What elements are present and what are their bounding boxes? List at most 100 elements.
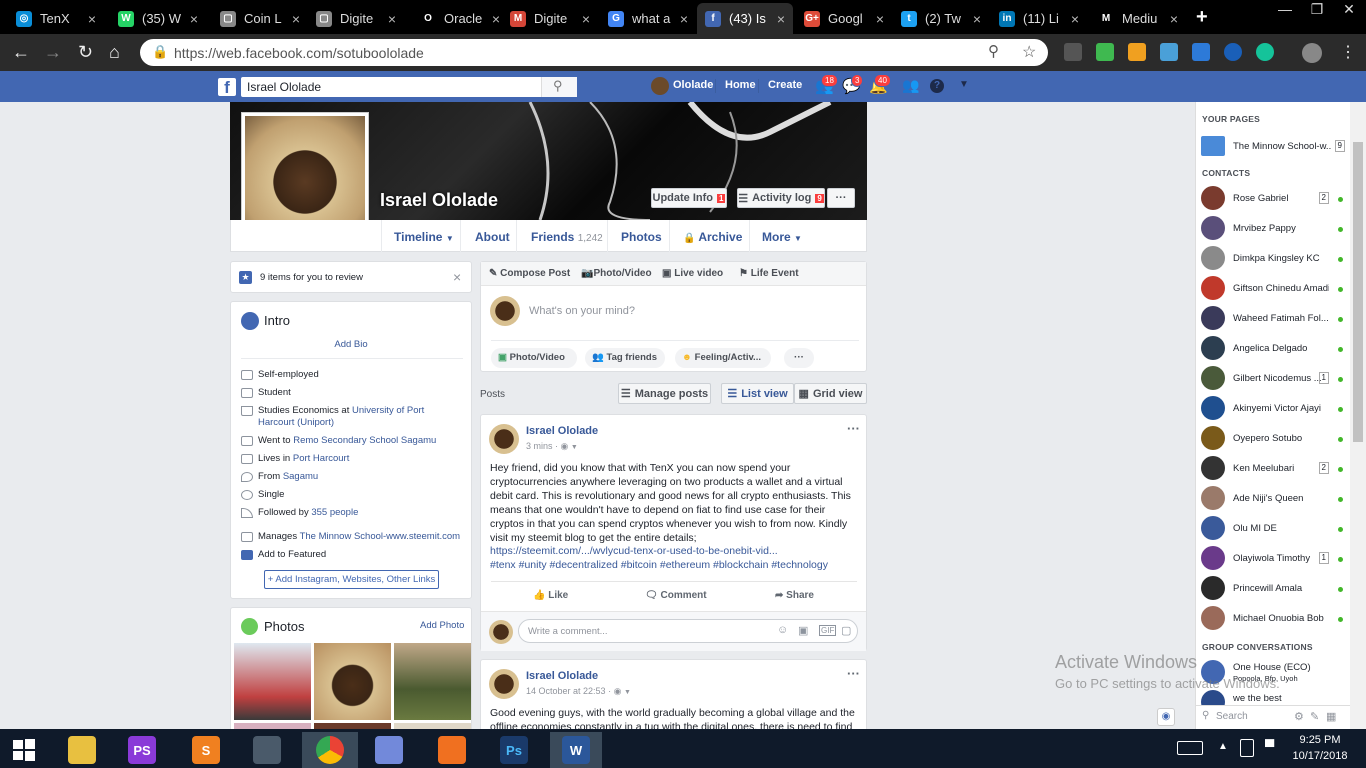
close-tab-icon[interactable]: ×	[88, 11, 96, 27]
life-event-tab[interactable]: ⚑ Life Event	[739, 268, 799, 279]
browser-tab[interactable]: M Digite ×	[502, 3, 598, 34]
comment-button[interactable]: 🗨 Comment	[645, 590, 707, 601]
back-icon[interactable]: ←	[12, 42, 30, 63]
tag-friends-chip[interactable]: 👥 Tag friends	[585, 348, 665, 368]
browser-tab[interactable]: Gwhat a ×	[600, 3, 696, 34]
chat-search-input[interactable]: Search	[1216, 711, 1248, 722]
taskbar-file-explorer[interactable]	[58, 732, 106, 768]
extension-icon[interactable]	[1192, 43, 1210, 61]
grammarly-icon[interactable]	[1256, 43, 1274, 61]
live-video-tab[interactable]: ▣ Live video	[662, 268, 723, 279]
feeling-chip[interactable]: ☻ Feeling/Activ...	[675, 348, 771, 368]
globe-icon[interactable]: ◉	[1157, 708, 1175, 726]
restore-icon[interactable]: ❐	[1302, 0, 1332, 18]
post-author[interactable]: Israel Ololade	[526, 425, 598, 437]
close-tab-icon[interactable]: ×	[1071, 11, 1079, 27]
tab-archive[interactable]: 🔒 Archive	[683, 230, 742, 244]
close-icon[interactable]: ×	[453, 269, 461, 285]
update-info-button[interactable]: Update Info 1	[651, 188, 727, 208]
close-tab-icon[interactable]: ×	[876, 11, 884, 27]
contact-item[interactable]: Princewill Amala	[1201, 576, 1349, 604]
browser-tab[interactable]: in (11) Li ×	[991, 3, 1087, 34]
contact-item[interactable]: Akinyemi Victor Ajayi	[1201, 396, 1349, 424]
review-banner[interactable]: ★ 9 items for you to review ×	[230, 261, 472, 293]
add-bio-link[interactable]: Add Bio	[231, 339, 471, 350]
browser-tab[interactable]: t (2) Tw ×	[893, 3, 989, 34]
menu-icon[interactable]: ⋮	[1340, 42, 1356, 62]
close-tab-icon[interactable]: ×	[582, 11, 590, 27]
close-tab-icon[interactable]: ×	[973, 11, 981, 27]
tray-chevron-icon[interactable]: ▲	[1218, 741, 1228, 752]
intro-student[interactable]: Student	[258, 387, 291, 399]
taskbar-sublime[interactable]: S	[182, 732, 230, 768]
page-item[interactable]: The Minnow School-w... 9	[1201, 136, 1349, 164]
clock-date[interactable]: 10/17/2018	[1292, 750, 1348, 762]
tab-more[interactable]: More ▼	[762, 230, 802, 244]
manage-posts-button[interactable]: ☰ Manage posts	[618, 383, 711, 404]
contact-item[interactable]: Olayiwola Timothy 1	[1201, 546, 1349, 574]
add-photo-link[interactable]: Add Photo	[420, 620, 464, 631]
photo-video-chip[interactable]: ▣ Photo/Video	[491, 348, 577, 368]
avatar[interactable]	[651, 77, 669, 95]
contact-item[interactable]: Rose Gabriel 2	[1201, 186, 1349, 214]
taskbar-uc-browser[interactable]	[428, 732, 476, 768]
browser-tab[interactable]: G+ Googl ×	[796, 3, 892, 34]
contact-item[interactable]: Ken Meelubari 2	[1201, 456, 1349, 484]
close-tab-icon[interactable]: ×	[388, 11, 396, 27]
avatar[interactable]	[489, 424, 519, 454]
quick-help-people-icon[interactable]: 👥	[902, 77, 919, 94]
bookmark-star-icon[interactable]: ☆	[1022, 42, 1036, 62]
contact-item[interactable]: Michael Onuobia Bob	[1201, 606, 1349, 634]
facebook-logo[interactable]: f	[218, 78, 236, 97]
contact-item[interactable]: Mrvibez Pappy	[1201, 216, 1349, 244]
contact-item[interactable]: Gilbert Nicodemus ... 1	[1201, 366, 1349, 394]
more-options-chip[interactable]: ···	[784, 348, 814, 368]
new-message-icon[interactable]: ✎	[1310, 710, 1319, 723]
contact-item[interactable]: Oyepero Sotubo	[1201, 426, 1349, 454]
home-icon[interactable]: ⌂	[109, 42, 120, 63]
extension-icon[interactable]	[1128, 43, 1146, 61]
nav-profile-link[interactable]: Ololade	[673, 79, 713, 91]
zoom-search-icon[interactable]: ⚲	[988, 42, 999, 60]
contact-item[interactable]: Ade Niji's Queen	[1201, 486, 1349, 514]
avatar[interactable]	[489, 669, 519, 699]
taskbar-chrome[interactable]	[302, 732, 358, 768]
nav-create-link[interactable]: Create	[768, 79, 802, 91]
compose-post-tab[interactable]: ✎ Compose Post	[489, 268, 570, 279]
gif-icon[interactable]: GIF	[819, 625, 837, 636]
scrollbar[interactable]	[1350, 102, 1366, 729]
post-hashtags[interactable]: #tenx #unity #decentralized #bitcoin #et…	[490, 559, 828, 571]
fb-search-input[interactable]: Israel Ololade ⚲	[241, 77, 577, 97]
minimize-icon[interactable]: —	[1270, 0, 1300, 18]
emoji-icon[interactable]: ☺	[777, 624, 788, 636]
options-icon[interactable]: ▦	[1326, 710, 1336, 723]
extension-icon[interactable]	[1160, 43, 1178, 61]
photo-thumbnail[interactable]	[234, 643, 311, 720]
network-icon[interactable]: ▀	[1265, 739, 1274, 754]
comment-input[interactable]: Write a comment... ☺ ▣ GIF ▢	[518, 619, 858, 643]
intro-work[interactable]: Self-employed	[258, 369, 319, 381]
clock-time[interactable]: 9:25 PM	[1295, 734, 1345, 746]
close-window-icon[interactable]: ✕	[1334, 0, 1364, 18]
start-button[interactable]	[0, 732, 48, 768]
camera-icon[interactable]: ▣	[798, 624, 808, 637]
taskbar-discord[interactable]	[365, 732, 413, 768]
extension-icon[interactable]	[1064, 43, 1082, 61]
grid-view-button[interactable]: ▦ Grid view	[794, 383, 867, 404]
share-button[interactable]: ➦ Share	[775, 590, 814, 601]
browser-tab[interactable]: ▢ Coin L ×	[212, 3, 308, 34]
tab-friends[interactable]: Friends 1,242	[531, 230, 603, 244]
activity-log-button[interactable]: ☰ Activity log 9	[737, 188, 825, 208]
browser-tab[interactable]: ◎ TenX ×	[8, 3, 104, 34]
list-view-button[interactable]: ☰ List view	[721, 383, 794, 404]
address-bar[interactable]: 🔒 https://web.facebook.com/sotuboololade…	[140, 39, 1048, 66]
browser-tab[interactable]: f (43) Is ×	[697, 3, 793, 34]
taskbar-photoshop[interactable]: Ps	[490, 732, 538, 768]
extension-icon[interactable]	[1096, 43, 1114, 61]
search-button[interactable]: ⚲	[541, 77, 577, 97]
close-tab-icon[interactable]: ×	[292, 11, 300, 27]
photo-video-tab[interactable]: 📷Photo/Video	[581, 268, 652, 279]
search-value[interactable]: Israel Ololade	[247, 80, 321, 94]
reload-icon[interactable]: ↻	[78, 42, 93, 63]
close-tab-icon[interactable]: ×	[777, 11, 785, 27]
